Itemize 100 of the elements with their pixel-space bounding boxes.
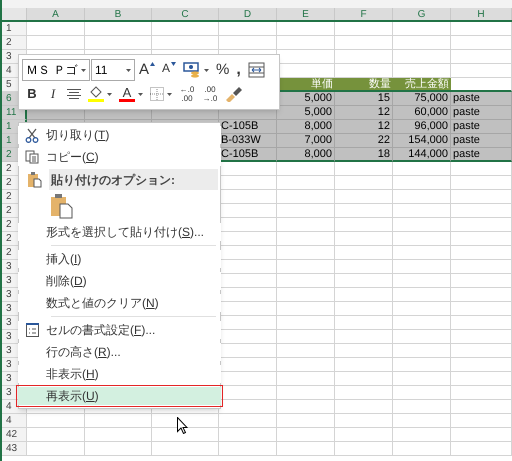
grid-cell[interactable] — [451, 442, 512, 456]
menu-item[interactable]: 非表示(H) — [18, 365, 221, 383]
grid-cell[interactable] — [219, 442, 277, 456]
grid-cell[interactable] — [27, 442, 85, 456]
grid-cell[interactable] — [393, 372, 451, 386]
grid-cell[interactable] — [393, 190, 451, 204]
grid-cell[interactable] — [219, 22, 277, 36]
row-header[interactable]: 4 — [2, 414, 27, 428]
grid-cell[interactable] — [85, 22, 152, 36]
grid-cell[interactable]: C-105B — [219, 148, 277, 162]
grid-cell[interactable]: C-105B — [219, 120, 277, 134]
grid-cell[interactable] — [393, 428, 451, 442]
font-select[interactable]: ＭＳ Ｐゴ — [22, 59, 90, 81]
decrease-font-size-button[interactable]: A — [159, 59, 180, 81]
grid-cell[interactable] — [27, 22, 85, 36]
grid-cell[interactable] — [335, 316, 393, 330]
grid-cell[interactable] — [219, 428, 277, 442]
grid-cell[interactable] — [277, 386, 335, 400]
grid-cell[interactable] — [152, 442, 219, 456]
grid-cell[interactable]: paste — [451, 106, 512, 120]
grid-cell[interactable]: 144,000 — [393, 148, 451, 162]
grid-cell[interactable] — [393, 246, 451, 260]
grid-cell[interactable] — [393, 316, 451, 330]
grid-cell[interactable]: paste — [451, 120, 512, 134]
grid-cell[interactable] — [277, 232, 335, 246]
percent-style-button[interactable]: % — [213, 59, 232, 81]
grid-cell[interactable] — [451, 36, 512, 50]
grid-cell[interactable] — [451, 288, 512, 302]
grid-cell[interactable] — [393, 162, 451, 176]
grid-cell[interactable] — [335, 162, 393, 176]
row-header[interactable]: 1 — [2, 22, 27, 36]
italic-button[interactable]: I — [43, 83, 63, 105]
grid-cell[interactable]: paste — [451, 134, 512, 148]
grid-cell[interactable] — [152, 22, 219, 36]
font-color-button[interactable]: A — [116, 83, 146, 105]
grid-cell[interactable] — [277, 442, 335, 456]
grid-cell[interactable] — [451, 22, 512, 36]
grid-cell[interactable] — [451, 372, 512, 386]
grid-cell[interactable] — [393, 358, 451, 372]
grid-cell[interactable] — [393, 386, 451, 400]
grid-cell[interactable] — [393, 218, 451, 232]
grid-cell[interactable]: 154,000 — [393, 134, 451, 148]
grid-cell[interactable] — [451, 232, 512, 246]
grid-cell[interactable] — [277, 246, 335, 260]
grid-cell[interactable] — [451, 386, 512, 400]
grid-cell[interactable] — [335, 36, 393, 50]
grid-cell[interactable] — [85, 428, 152, 442]
grid-cell[interactable] — [451, 176, 512, 190]
grid-cell[interactable] — [335, 302, 393, 316]
grid-cell[interactable] — [393, 22, 451, 36]
grid-cell[interactable] — [335, 190, 393, 204]
grid-cell[interactable] — [451, 358, 512, 372]
menu-item[interactable]: 削除(D) — [18, 272, 221, 290]
menu-item[interactable]: 数式と値のクリア(N) — [18, 294, 221, 312]
grid-cell[interactable] — [277, 372, 335, 386]
grid-cell[interactable] — [451, 260, 512, 274]
grid-cell[interactable] — [393, 302, 451, 316]
grid-cell[interactable] — [335, 288, 393, 302]
grid-cell[interactable] — [335, 358, 393, 372]
grid-cell[interactable] — [451, 400, 512, 414]
grid-cell[interactable]: 22 — [335, 134, 393, 148]
grid-cell[interactable] — [277, 316, 335, 330]
grid-cell[interactable] — [335, 414, 393, 428]
grid-cell[interactable] — [27, 36, 85, 50]
grid-cell[interactable] — [335, 176, 393, 190]
grid-cell[interactable] — [152, 36, 219, 50]
menu-item[interactable]: 形式を選択して貼り付け(S)... — [18, 223, 221, 241]
grid-cell[interactable] — [393, 344, 451, 358]
grid-cell[interactable] — [277, 22, 335, 36]
column-header[interactable]: F — [335, 8, 393, 20]
column-header[interactable]: B — [85, 8, 152, 20]
grid-cell[interactable] — [335, 232, 393, 246]
grid-cell[interactable] — [393, 400, 451, 414]
grid-cell[interactable] — [335, 386, 393, 400]
row-header[interactable]: 11 — [2, 106, 27, 120]
grid-cell[interactable]: paste — [451, 148, 512, 162]
grid-cell[interactable] — [451, 64, 512, 78]
grid-cell[interactable] — [277, 260, 335, 274]
grid-cell[interactable] — [277, 36, 335, 50]
grid-cell[interactable] — [277, 344, 335, 358]
column-header[interactable]: E — [277, 8, 335, 20]
grid-cell[interactable] — [335, 344, 393, 358]
grid-cell[interactable] — [393, 204, 451, 218]
grid-cell[interactable] — [277, 302, 335, 316]
grid-cell[interactable] — [335, 330, 393, 344]
grid-cell[interactable]: 12 — [335, 106, 393, 120]
column-header[interactable]: A — [27, 8, 85, 20]
grid-cell[interactable] — [277, 330, 335, 344]
column-header[interactable]: C — [152, 8, 219, 20]
grid-cell[interactable] — [85, 414, 152, 428]
grid-cell[interactable] — [335, 442, 393, 456]
grid-cell[interactable] — [277, 274, 335, 288]
grid-cell[interactable] — [335, 50, 393, 64]
grid-cell[interactable] — [451, 302, 512, 316]
grid-cell[interactable] — [393, 232, 451, 246]
grid-cell[interactable] — [277, 428, 335, 442]
grid-cell[interactable] — [277, 162, 335, 176]
grid-cell[interactable] — [335, 400, 393, 414]
grid-cell[interactable] — [451, 218, 512, 232]
menu-item[interactable]: コピー(C) — [18, 148, 221, 166]
